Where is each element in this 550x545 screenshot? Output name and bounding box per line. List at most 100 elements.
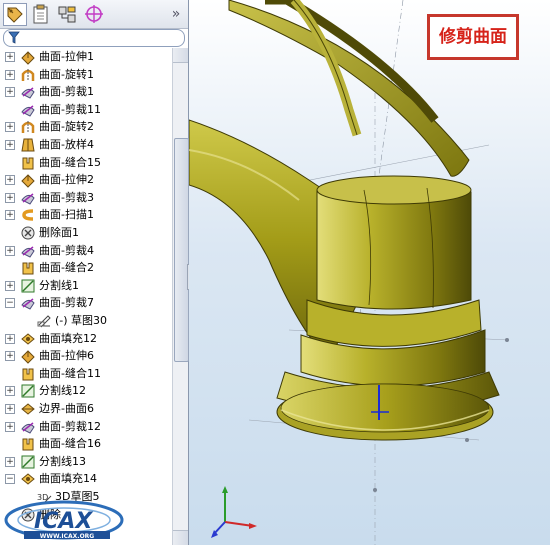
tree-item-label: 曲面-旋转2 [39, 120, 94, 134]
tree-item-label: 曲面-扫描1 [39, 208, 94, 222]
tree-item[interactable]: + 曲面-剪裁4 [0, 242, 172, 260]
tree-item[interactable]: 曲面-剪裁11 [0, 101, 172, 119]
tree-item-label: 曲面-拉伸2 [39, 173, 94, 187]
tree-item[interactable]: + 曲面-旋转2 [0, 118, 172, 136]
trim-surface-icon [21, 298, 35, 311]
sweep-surface-icon [22, 209, 34, 222]
trim-surface-icon [21, 422, 35, 434]
tree-item-label: 曲面-剪裁1 [39, 85, 94, 99]
tree-item[interactable]: + 分割线13 [0, 453, 172, 471]
expand-button[interactable]: + [5, 456, 15, 467]
tree-item[interactable]: + 曲面-旋转1 [0, 66, 172, 84]
expand-button[interactable]: + [5, 192, 15, 203]
expand-button[interactable]: + [5, 280, 15, 291]
tree-item-label: 分割线12 [39, 384, 86, 398]
tree-item[interactable]: + 曲面-放样4 [0, 136, 172, 154]
tree-item[interactable]: − 曲面填充14 [0, 470, 172, 488]
filter-field[interactable] [3, 29, 185, 47]
tree-item[interactable]: + 曲面-拉伸1 [0, 48, 172, 66]
trim-surface-icon [21, 87, 35, 99]
tree-item[interactable]: + 曲面-剪裁12 [0, 418, 172, 436]
delete-face-icon [21, 226, 35, 240]
collapse-button[interactable]: − [5, 298, 15, 309]
tree-item[interactable]: + 曲面-拉伸6 [0, 347, 172, 365]
tree-item[interactable]: + 分割线1 [0, 277, 172, 295]
tree-item-label: 曲面-放样4 [39, 138, 94, 151]
tree-item-label: 曲面-缝合2 [39, 261, 94, 275]
tree-item-label: 边界-曲面6 [39, 402, 94, 415]
expand-button[interactable]: + [5, 404, 15, 414]
tree-item[interactable]: + 曲面-拉伸2 [0, 171, 172, 189]
property-manager-icon [33, 4, 48, 24]
knit-surface-icon [22, 368, 34, 381]
tree-item[interactable]: 曲面-缝合15 [0, 154, 172, 172]
expand-button[interactable]: + [5, 351, 15, 362]
revolve-surface-icon [21, 121, 35, 134]
more-tabs-button[interactable]: » [166, 3, 186, 26]
expand-button[interactable]: + [5, 52, 15, 62]
scroll-thumb[interactable] [174, 138, 189, 362]
tree-item-label: 曲面-缝合15 [39, 155, 101, 169]
tree-item[interactable]: 曲面-缝合11 [0, 365, 172, 383]
faucet-model [189, 0, 510, 545]
tree-item-label: (-) 草图30 [55, 314, 108, 327]
tree-item[interactable]: 曲面-缝合2 [0, 259, 172, 277]
tree-item[interactable]: − 曲面-剪裁7 [0, 294, 172, 312]
scroll-down-button[interactable] [173, 530, 188, 545]
tree-item-label: 分割线1 [39, 278, 79, 292]
tree-scrollbar[interactable] [172, 48, 189, 545]
expand-button[interactable]: + [5, 386, 15, 397]
fill-surface-icon [21, 473, 35, 486]
expand-button[interactable]: + [5, 140, 15, 150]
expand-button[interactable]: + [5, 69, 15, 80]
filter-icon [8, 31, 20, 44]
dimxpert-manager-icon [85, 5, 103, 23]
expand-button[interactable]: + [5, 87, 15, 98]
configuration-manager-tab[interactable] [55, 3, 79, 26]
tree-item-label: 曲面填充14 [39, 472, 97, 486]
trim-surface-icon [21, 193, 35, 205]
expand-button[interactable]: + [5, 245, 15, 256]
tree-item[interactable]: (-) 草图30 [0, 312, 172, 330]
expand-button[interactable]: + [5, 122, 15, 133]
expand-button[interactable]: + [5, 210, 15, 221]
collapse-button[interactable]: − [5, 474, 15, 485]
svg-text:WWW.ICAX.ORG: WWW.ICAX.ORG [40, 533, 95, 540]
tree-item[interactable]: 曲面-缝合16 [0, 435, 172, 453]
orientation-triad [211, 486, 257, 538]
loft-surface-icon [21, 138, 35, 152]
graphics-viewport[interactable]: 修剪曲面 [189, 0, 550, 545]
tree-item-label: 曲面-剪裁4 [39, 243, 94, 257]
tree-item[interactable]: + 分割线12 [0, 382, 172, 400]
fill-surface-icon [21, 332, 35, 345]
extrude-surface-icon [21, 350, 35, 364]
tree-item-label: 删除面1 [39, 226, 79, 239]
split-line-icon [21, 279, 35, 293]
feature-tree: + 曲面-拉伸1 + 曲面-旋转1 + 曲面-剪裁1 曲面-剪裁11 + 曲面-旋转2 + 曲面-放… [0, 48, 172, 545]
tree-item-label: 曲面-缝合11 [39, 366, 101, 380]
boundary-surface-icon [21, 403, 35, 415]
expand-button[interactable]: + [5, 175, 15, 186]
tree-item-label: 曲面-拉伸6 [39, 349, 94, 363]
expand-button[interactable]: + [5, 421, 15, 432]
tree-item[interactable]: + 曲面-扫描1 [0, 206, 172, 224]
tree-item[interactable]: + 曲面填充12 [0, 330, 172, 348]
tree-item[interactable]: + 曲面-剪裁3 [0, 189, 172, 207]
tree-item[interactable]: + 边界-曲面6 [0, 400, 172, 418]
tree-item-label: 分割线13 [39, 454, 86, 468]
callout-label: 修剪曲面 [439, 27, 507, 47]
tree-item-label: 曲面-剪裁3 [39, 190, 94, 204]
panel-toolbar: » [0, 0, 188, 29]
property-manager-tab[interactable] [28, 3, 52, 26]
feature-manager-tab[interactable] [3, 3, 27, 26]
cad-window: » + 曲面-拉伸1 + 曲面-旋转1 + 曲面-剪裁1 曲面-剪裁11 + 曲面-旋转2 + 曲面… [0, 0, 550, 545]
sketch-icon [37, 315, 51, 328]
split-line-icon [21, 384, 35, 398]
tree-item-label: 曲面填充12 [39, 331, 97, 345]
tree-item[interactable]: + 曲面-剪裁1 [0, 83, 172, 101]
tree-item[interactable]: 删除面1 [0, 224, 172, 242]
scroll-up-button[interactable] [173, 48, 188, 63]
svg-text:ICAX: ICAX [34, 509, 93, 534]
expand-button[interactable]: + [5, 333, 15, 344]
dimxpert-manager-tab[interactable] [82, 3, 106, 26]
